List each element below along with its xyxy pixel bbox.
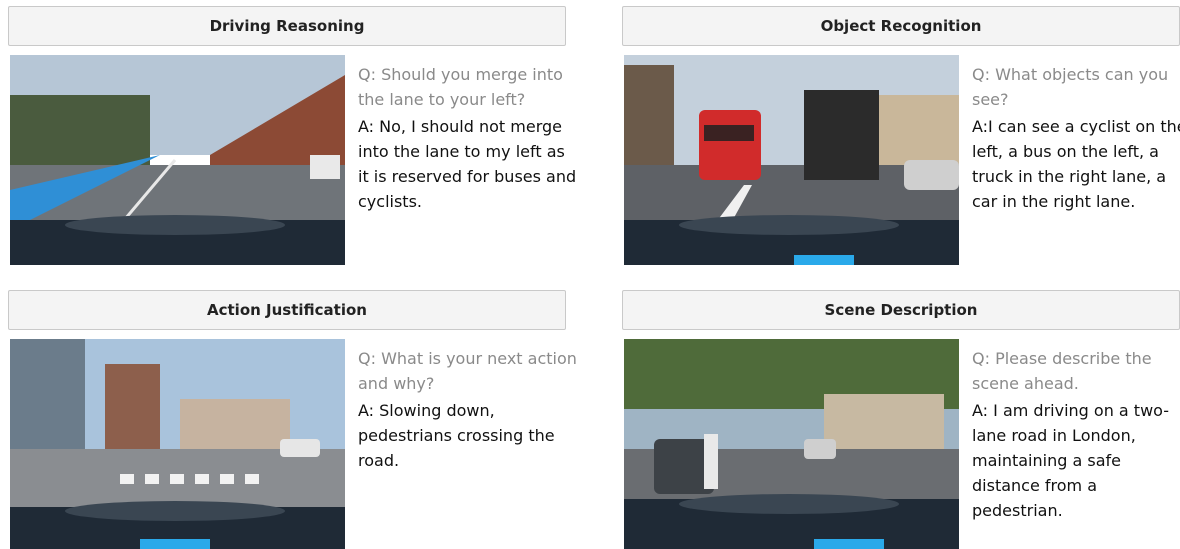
qa-block: Q: What is your next action and why? A: … (358, 346, 578, 473)
answer-text: A: I am driving on a two-lane road in Lo… (972, 401, 1170, 520)
answer-text: A: Slowing down, pedestrians crossing th… (358, 401, 555, 470)
dashcam-image (10, 339, 345, 549)
question-text: Q: What objects can you see? (972, 65, 1169, 109)
question-text: Q: Should you merge into the lane to you… (358, 65, 563, 109)
panel-title: Action Justification (8, 290, 566, 330)
question-text: Q: What is your next action and why? (358, 349, 577, 393)
panel-title: Object Recognition (622, 6, 1180, 46)
qa-block: Q: Should you merge into the lane to you… (358, 62, 578, 214)
dashcam-image (10, 55, 345, 265)
answer-text: A: No, I should not merge into the lane … (358, 117, 577, 211)
qa-block: Q: What objects can you see? A:I can see… (972, 62, 1180, 214)
panel-title: Driving Reasoning (8, 6, 566, 46)
answer-text: A:I can see a cyclist on the left, a bus… (972, 117, 1180, 211)
qa-block: Q: Please describe the scene ahead. A: I… (972, 346, 1180, 523)
panel-title: Scene Description (622, 290, 1180, 330)
dashcam-image (624, 339, 959, 549)
question-text: Q: Please describe the scene ahead. (972, 349, 1152, 393)
dashcam-image (624, 55, 959, 265)
